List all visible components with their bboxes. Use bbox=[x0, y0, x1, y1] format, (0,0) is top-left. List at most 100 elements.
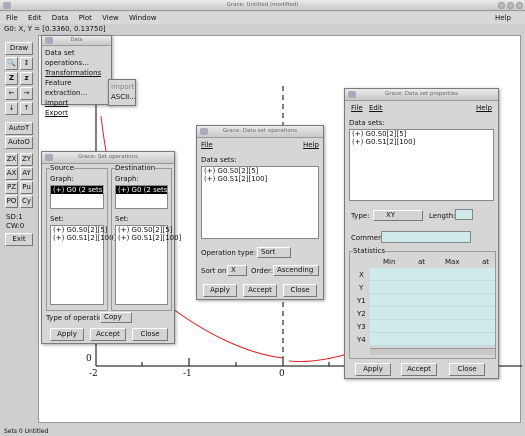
dest-graph-item[interactable]: (+) G0 (2 sets) bbox=[116, 186, 170, 194]
zoom-y-icon[interactable]: ↕ bbox=[20, 57, 33, 70]
menu-item-import[interactable]: Import bbox=[45, 98, 108, 108]
ay-button[interactable]: AY bbox=[20, 167, 33, 180]
comment-input[interactable] bbox=[381, 231, 471, 243]
minimize-icon[interactable] bbox=[498, 2, 505, 9]
cy-button[interactable]: Cy bbox=[20, 195, 33, 208]
length-input[interactable] bbox=[455, 209, 473, 220]
source-set-item[interactable]: (+) G0.S1[2][100] bbox=[51, 234, 116, 242]
pan-down-icon[interactable]: ↓ bbox=[5, 102, 18, 115]
autoo-button[interactable]: AutoO bbox=[5, 136, 33, 149]
dsprops-title: Grace: Data set properties bbox=[384, 91, 458, 97]
pu-button[interactable]: Pu bbox=[20, 181, 33, 194]
zoom-out-icon[interactable]: z bbox=[20, 72, 33, 85]
optype-dropdown[interactable]: Sort bbox=[257, 247, 291, 258]
menu-plot[interactable]: Plot bbox=[79, 14, 92, 22]
menu-help[interactable]: Help bbox=[495, 12, 511, 24]
close-icon[interactable] bbox=[516, 2, 523, 9]
po-button[interactable]: PO bbox=[5, 195, 18, 208]
row-y4: Y4 bbox=[357, 336, 366, 344]
dsprops-menu-edit[interactable]: Edit bbox=[369, 104, 383, 112]
menu-item-feature-extraction[interactable]: Feature extraction... bbox=[45, 78, 108, 98]
dialog-icon bbox=[45, 154, 53, 161]
data-menu-title: Data bbox=[70, 37, 83, 43]
zoom-in-icon[interactable]: Z bbox=[5, 72, 18, 85]
setops-close-button[interactable]: Close bbox=[132, 328, 168, 341]
pan-left-icon[interactable]: ← bbox=[5, 87, 18, 100]
dsops-close-button[interactable]: Close bbox=[283, 284, 317, 297]
col-at: at bbox=[418, 258, 426, 266]
source-graph-list[interactable]: (+) G0 (2 sets) bbox=[50, 185, 105, 209]
setops-apply-button[interactable]: Apply bbox=[50, 328, 84, 341]
data-menu: Data Data set operations... Transformati… bbox=[41, 35, 112, 117]
menu-view[interactable]: View bbox=[102, 14, 119, 22]
dsprops-set-item[interactable]: (+) G0.S0[2][5] bbox=[350, 130, 493, 138]
statusbar: Sets 0 Untitled bbox=[0, 427, 525, 436]
dsops-menu-file[interactable]: File bbox=[201, 141, 213, 149]
operation-type-dropdown[interactable]: Copy bbox=[100, 312, 132, 323]
autot-button[interactable]: AutoT bbox=[5, 122, 33, 135]
dest-graph-list[interactable]: (+) G0 (2 sets) bbox=[115, 185, 170, 209]
order-label: Order: bbox=[251, 267, 274, 275]
type-dropdown[interactable]: XY bbox=[373, 210, 423, 221]
menu-item-dataset-ops[interactable]: Data set operations... bbox=[45, 48, 108, 68]
source-graph-item[interactable]: (+) G0 (2 sets) bbox=[51, 186, 105, 194]
order-dropdown[interactable]: Ascending bbox=[273, 265, 319, 276]
order-value: Ascending bbox=[277, 266, 314, 274]
setops-accept-button[interactable]: Accept bbox=[90, 328, 126, 341]
source-group: Source Graph: (+) G0 (2 sets) Set: (+) G… bbox=[46, 164, 116, 311]
exit-button[interactable]: Exit bbox=[5, 233, 33, 246]
row-y3: Y3 bbox=[357, 323, 366, 331]
draw-button[interactable]: Draw bbox=[5, 42, 33, 55]
dsprops-set-item[interactable]: (+) G0.S1[2][100] bbox=[350, 138, 493, 146]
row-x: X bbox=[359, 271, 364, 279]
type-label: Type: bbox=[351, 212, 370, 220]
statistics-hscroll[interactable] bbox=[370, 348, 495, 355]
dsprops-menu-help[interactable]: Help bbox=[476, 104, 492, 112]
import-submenu: Import ASCII... bbox=[108, 79, 136, 106]
zoom-icon[interactable]: 🔍 bbox=[5, 57, 18, 70]
ax-button[interactable]: AX bbox=[5, 167, 18, 180]
dsprops-close-button[interactable]: Close bbox=[449, 363, 485, 376]
sorton-dropdown[interactable]: X bbox=[227, 265, 247, 276]
submenu-ascii[interactable]: ASCII... bbox=[111, 92, 136, 102]
x-tick-label-2: 0 bbox=[279, 369, 285, 379]
dsops-accept-button[interactable]: Accept bbox=[243, 284, 277, 297]
menu-file[interactable]: File bbox=[6, 14, 18, 22]
menu-icon bbox=[45, 37, 53, 44]
dsops-title: Grace: Data set operations bbox=[222, 128, 298, 134]
statistics-title: Statistics bbox=[353, 247, 385, 255]
dest-set-item[interactable]: (+) G0.S0[2][5] bbox=[116, 226, 172, 234]
menu-item-export[interactable]: Export bbox=[45, 108, 108, 118]
sd-label: SD:1 bbox=[6, 213, 23, 221]
source-set-list[interactable]: (+) G0.S0[2][5] (+) G0.S1[2][100] bbox=[50, 225, 116, 305]
menu-window[interactable]: Window bbox=[129, 14, 157, 22]
left-toolbar: Draw 🔍 ↕ Z z ← → ↓ ↑ AutoT AutoO ZX ZY A… bbox=[2, 35, 36, 423]
menu-edit[interactable]: Edit bbox=[28, 14, 42, 22]
maximize-icon[interactable] bbox=[507, 2, 514, 9]
dsops-set-item[interactable]: (+) G0.S0[2][5] bbox=[202, 167, 318, 175]
dsops-menu-help[interactable]: Help bbox=[303, 141, 319, 149]
dsops-set-item[interactable]: (+) G0.S1[2][100] bbox=[202, 175, 318, 183]
zx-button[interactable]: ZX bbox=[5, 153, 18, 166]
pan-right-icon[interactable]: → bbox=[20, 87, 33, 100]
pz-button[interactable]: PZ bbox=[5, 181, 18, 194]
setops-title: Grace: Set operations bbox=[78, 154, 138, 160]
destination-label: Destination bbox=[115, 164, 156, 172]
curve-middle bbox=[168, 305, 284, 359]
source-label: Source bbox=[50, 164, 75, 172]
menu-item-transformations[interactable]: Transformations bbox=[45, 68, 108, 78]
dsprops-accept-button[interactable]: Accept bbox=[401, 363, 437, 376]
data-set-operations-dialog: Grace: Data set operations File Help Dat… bbox=[196, 125, 324, 300]
dsprops-menu-file[interactable]: File bbox=[351, 104, 363, 112]
pan-up-icon[interactable]: ↑ bbox=[20, 102, 33, 115]
dsprops-apply-button[interactable]: Apply bbox=[355, 363, 391, 376]
dest-set-list[interactable]: (+) G0.S0[2][5] (+) G0.S1[2][100] bbox=[115, 225, 181, 305]
zy-button[interactable]: ZY bbox=[20, 153, 33, 166]
cw-label: CW:0 bbox=[6, 222, 25, 230]
dest-set-item[interactable]: (+) G0.S1[2][100] bbox=[116, 234, 181, 242]
source-set-item[interactable]: (+) G0.S0[2][5] bbox=[51, 226, 107, 234]
menu-data[interactable]: Data bbox=[52, 14, 69, 22]
dsops-dataset-list[interactable]: (+) G0.S0[2][5] (+) G0.S1[2][100] bbox=[201, 166, 319, 239]
dsops-apply-button[interactable]: Apply bbox=[203, 284, 237, 297]
dsprops-dataset-list[interactable]: (+) G0.S0[2][5] (+) G0.S1[2][100] bbox=[349, 129, 494, 201]
